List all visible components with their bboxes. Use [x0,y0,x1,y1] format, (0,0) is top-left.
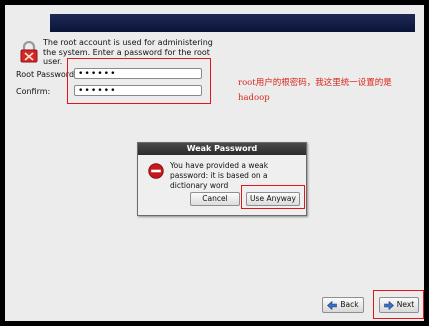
password-highlight-box [67,58,211,104]
back-label: Back [340,300,359,309]
back-button[interactable]: Back [322,297,364,313]
back-arrow-icon [327,300,338,310]
lock-icon [20,41,38,63]
confirm-label: Confirm: [16,87,51,96]
header-banner [50,14,415,32]
next-highlight-box [373,290,424,319]
annotation-text: root用户的根密码，我这里统一设置的是hadoop [238,78,392,103]
dialog-title: Weak Password [138,143,306,155]
installer-window: The root account is used for administeri… [5,5,424,321]
use-anyway-highlight-box [241,185,305,209]
cancel-button[interactable]: Cancel [190,192,240,206]
stop-icon [148,163,164,179]
